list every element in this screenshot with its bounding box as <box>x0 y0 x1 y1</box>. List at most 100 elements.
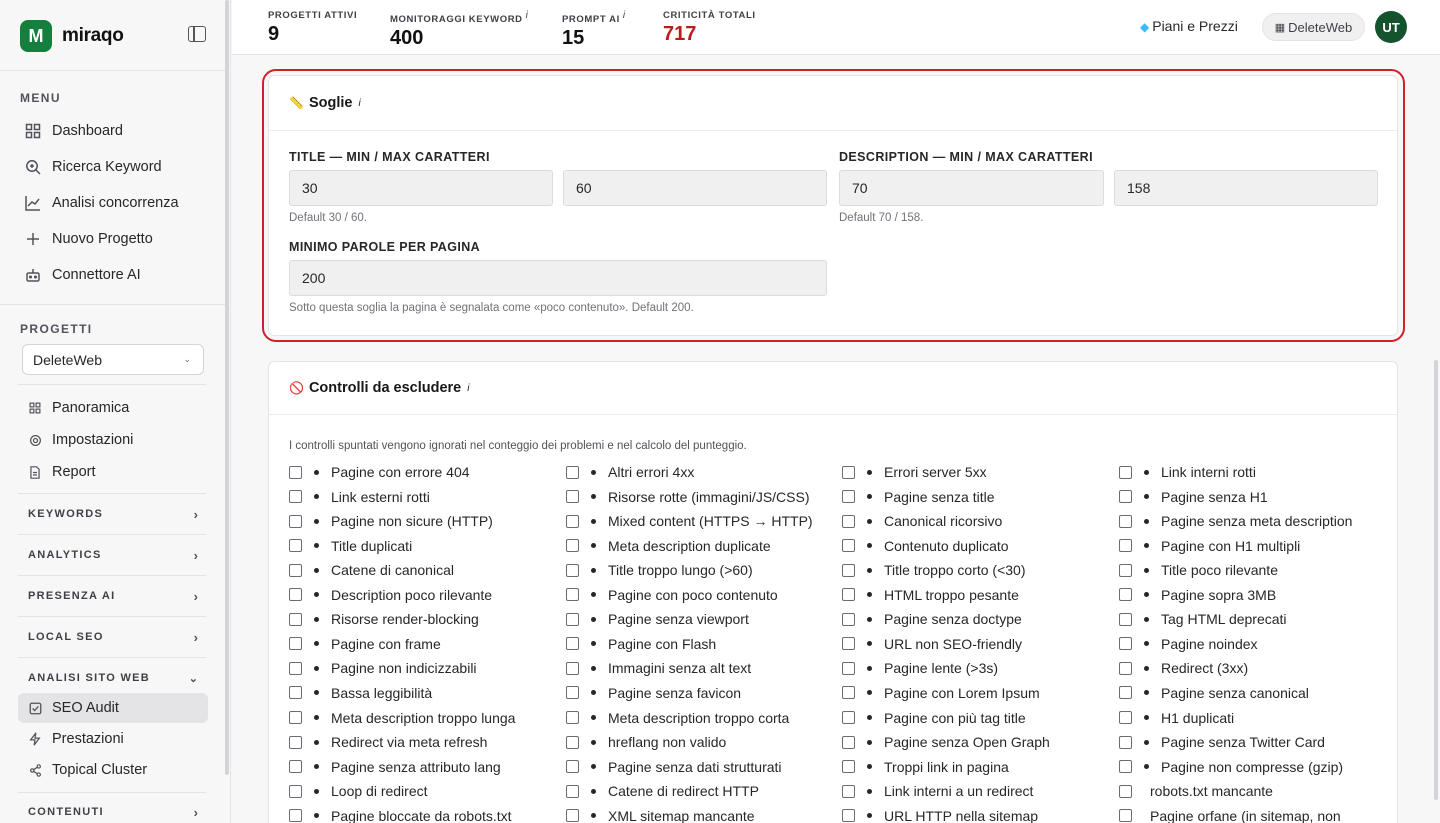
exclusion-checkbox-item[interactable]: Meta description troppo lunga <box>289 707 515 729</box>
exclusion-checkbox-item[interactable]: Pagine con poco contenuto <box>566 584 778 606</box>
exclusion-checkbox-item[interactable]: URL non SEO-friendly <box>842 633 1022 655</box>
group-analytics[interactable]: ANALYTICS › <box>28 545 198 565</box>
exclusion-checkbox-item[interactable]: Pagine senza dati strutturati <box>566 756 782 778</box>
description-max-input[interactable]: 158 <box>1114 170 1378 206</box>
checkbox[interactable] <box>1119 735 1132 749</box>
checkbox[interactable] <box>289 465 302 479</box>
exclusion-checkbox-item[interactable]: Pagine con Lorem Ipsum <box>842 682 1040 704</box>
exclusion-checkbox-item[interactable]: HTML troppo pesante <box>842 584 1019 606</box>
plans-link[interactable]: ◆ Piani e Prezzi <box>1140 18 1238 34</box>
exclusion-checkbox-item[interactable]: Redirect (3xx) <box>1119 657 1248 679</box>
checkbox[interactable] <box>566 686 579 700</box>
checkbox[interactable] <box>566 563 579 577</box>
checkbox[interactable] <box>566 588 579 602</box>
sidebar-item-dashboard[interactable]: Dashboard <box>24 116 123 146</box>
exclusion-checkbox-item[interactable]: URL HTTP nella sitemap <box>842 805 1038 823</box>
exclusion-checkbox-item[interactable]: Troppi link in pagina <box>842 756 1009 778</box>
checkbox[interactable] <box>566 637 579 651</box>
checkbox[interactable] <box>1119 514 1132 528</box>
checkbox[interactable] <box>289 661 302 675</box>
checkbox[interactable] <box>566 809 579 823</box>
checkbox[interactable] <box>1119 588 1132 602</box>
exclusion-checkbox-item[interactable]: Pagine senza title <box>842 486 995 508</box>
exclusion-checkbox-item[interactable]: Pagine non sicure (HTTP) <box>289 510 493 532</box>
exclusion-checkbox-item[interactable]: Altri errori 4xx <box>566 461 694 483</box>
checkbox[interactable] <box>1119 637 1132 651</box>
checkbox[interactable] <box>1119 490 1132 504</box>
exclusion-checkbox-item[interactable]: H1 duplicati <box>1119 707 1234 729</box>
sidebar-item-seo-audit[interactable]: SEO Audit <box>28 695 119 721</box>
exclusion-checkbox-item[interactable]: Pagine senza viewport <box>566 608 749 630</box>
checkbox[interactable] <box>842 809 855 823</box>
checkbox[interactable] <box>289 539 302 553</box>
exclusion-checkbox-item[interactable]: Risorse render-blocking <box>289 608 479 630</box>
checkbox[interactable] <box>289 735 302 749</box>
min-words-input[interactable]: 200 <box>289 260 827 296</box>
exclusion-checkbox-item[interactable]: Mixed content (HTTPS → HTTP) <box>566 510 813 532</box>
sidebar-item-keyword-research[interactable]: Ricerca Keyword <box>24 152 162 182</box>
group-ai-presence[interactable]: PRESENZA AI › <box>28 586 198 606</box>
sidebar-item-competitor-analysis[interactable]: Analisi concorrenza <box>24 188 179 218</box>
exclusion-checkbox-item[interactable]: Link interni rotti <box>1119 461 1256 483</box>
checkbox[interactable] <box>842 588 855 602</box>
checkbox[interactable] <box>566 735 579 749</box>
exclusion-checkbox-item[interactable]: Catene di canonical <box>289 559 454 581</box>
checkbox[interactable] <box>842 711 855 724</box>
exclusion-checkbox-item[interactable]: Pagine senza Twitter Card <box>1119 731 1325 753</box>
checkbox[interactable] <box>1119 686 1132 700</box>
exclusion-checkbox-item[interactable]: Pagine sopra 3MB <box>1119 584 1276 606</box>
exclusion-checkbox-item[interactable]: Pagine con H1 multipli <box>1119 535 1300 557</box>
checkbox[interactable] <box>289 563 302 577</box>
checkbox[interactable] <box>566 784 579 798</box>
checkbox[interactable] <box>566 711 579 724</box>
exclusion-checkbox-item[interactable]: Loop di redirect <box>289 780 428 802</box>
info-icon[interactable]: i <box>526 10 529 21</box>
group-site-analysis[interactable]: ANALISI SITO WEB ⌄ <box>28 668 198 688</box>
exclusion-checkbox-item[interactable]: Errori server 5xx <box>842 461 987 483</box>
checkbox[interactable] <box>289 514 302 528</box>
exclusion-checkbox-item[interactable]: Meta description troppo corta <box>566 707 789 729</box>
checkbox[interactable] <box>289 637 302 651</box>
exclusion-checkbox-item[interactable]: Pagine senza canonical <box>1119 682 1309 704</box>
exclusion-checkbox-item[interactable]: hreflang non valido <box>566 731 726 753</box>
exclusion-checkbox-item[interactable]: Title troppo corto (<30) <box>842 559 1026 581</box>
exclusion-checkbox-item[interactable]: Canonical ricorsivo <box>842 510 1002 532</box>
checkbox[interactable] <box>566 760 579 774</box>
checkbox[interactable] <box>842 686 855 700</box>
sidebar-item-settings[interactable]: Impostazioni <box>28 427 133 453</box>
exclusion-checkbox-item[interactable]: Title duplicati <box>289 535 412 557</box>
checkbox[interactable] <box>566 514 579 528</box>
avatar[interactable]: UT <box>1375 11 1407 43</box>
exclusion-checkbox-item[interactable]: Contenuto duplicato <box>842 535 1009 557</box>
checkbox[interactable] <box>842 661 855 675</box>
checkbox[interactable] <box>842 465 855 479</box>
sidebar-scrollbar[interactable] <box>224 0 230 823</box>
exclusion-checkbox-item[interactable]: Pagine senza doctype <box>842 608 1022 630</box>
checkbox[interactable] <box>566 661 579 675</box>
checkbox[interactable] <box>842 539 855 553</box>
checkbox[interactable] <box>289 490 302 504</box>
exclusion-checkbox-item[interactable]: Bassa leggibilità <box>289 682 432 704</box>
brand[interactable]: M miraqo <box>20 20 124 52</box>
exclusion-checkbox-item[interactable]: Redirect via meta refresh <box>289 731 487 753</box>
exclusion-checkbox-item[interactable]: Pagine senza favicon <box>566 682 741 704</box>
exclusion-checkbox-item[interactable]: Pagine non compresse (gzip) <box>1119 756 1343 778</box>
group-keywords[interactable]: KEYWORDS › <box>28 504 198 524</box>
exclusion-checkbox-item[interactable]: robots.txt mancante <box>1119 780 1273 802</box>
checkbox[interactable] <box>289 809 302 823</box>
checkbox[interactable] <box>1119 809 1132 823</box>
exclusion-checkbox-item[interactable]: Link esterni rotti <box>289 486 430 508</box>
sidebar-item-report[interactable]: Report <box>28 459 96 485</box>
exclusion-checkbox-item[interactable]: Meta description duplicate <box>566 535 771 557</box>
checkbox[interactable] <box>566 465 579 479</box>
main-scrollbar[interactable] <box>1432 55 1440 823</box>
checkbox[interactable] <box>1119 612 1132 626</box>
exclusion-checkbox-item[interactable]: Pagine senza meta description <box>1119 510 1352 532</box>
exclusion-checkbox-item[interactable]: Pagine lente (>3s) <box>842 657 998 679</box>
checkbox[interactable] <box>842 514 855 528</box>
exclusion-checkbox-item[interactable]: Pagine senza Open Graph <box>842 731 1050 753</box>
checkbox[interactable] <box>842 490 855 504</box>
exclusion-checkbox-item[interactable]: Pagine con più tag title <box>842 707 1026 729</box>
description-min-input[interactable]: 70 <box>839 170 1104 206</box>
checkbox[interactable] <box>1119 711 1132 724</box>
